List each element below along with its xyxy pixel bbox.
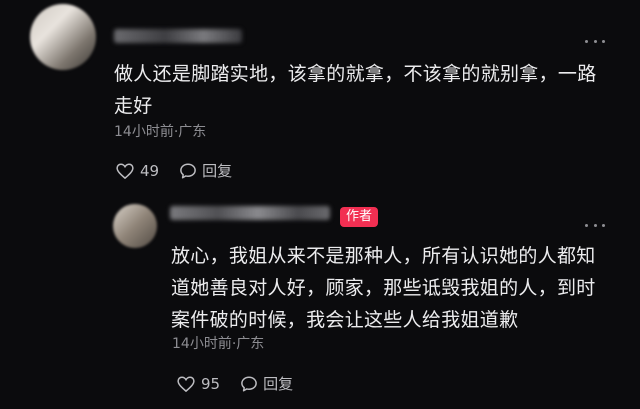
username-blurred[interactable] xyxy=(114,29,242,43)
speech-bubble-icon xyxy=(240,375,258,393)
comment-meta: 14小时前·广东 xyxy=(172,336,265,352)
like-count: 49 xyxy=(140,161,160,180)
username-blurred[interactable] xyxy=(170,206,330,220)
heart-outline-icon xyxy=(177,375,195,392)
comment-text: 做人还是脚踏实地，该拿的就拿，不该拿的就别拿，一路走好 xyxy=(114,63,597,117)
comment-meta: 14小时前·广东 xyxy=(114,124,207,140)
heart-outline-icon xyxy=(116,162,134,179)
like-button[interactable]: 49 xyxy=(116,162,159,180)
more-dots-icon[interactable] xyxy=(585,38,605,44)
avatar[interactable] xyxy=(113,204,157,248)
reply-label: 回复 xyxy=(202,162,233,180)
reply-label: 回复 xyxy=(263,375,294,393)
more-dots-icon[interactable] xyxy=(585,222,605,228)
comment-actions: 49 回复 xyxy=(116,160,232,181)
comment-text: 放心，我姐从来不是那种人，所有认识她的人都知道她善良对人好，顾家，那些诋毁我姐的… xyxy=(171,245,596,331)
comment-actions: 95 回复 xyxy=(177,373,293,394)
avatar[interactable] xyxy=(30,4,96,70)
reply-button[interactable]: 回复 xyxy=(179,160,232,181)
like-count: 95 xyxy=(201,374,221,393)
like-button[interactable]: 95 xyxy=(177,375,220,393)
speech-bubble-icon xyxy=(179,162,197,180)
reply-button[interactable]: 回复 xyxy=(240,373,293,394)
author-badge: 作者 xyxy=(340,207,379,227)
